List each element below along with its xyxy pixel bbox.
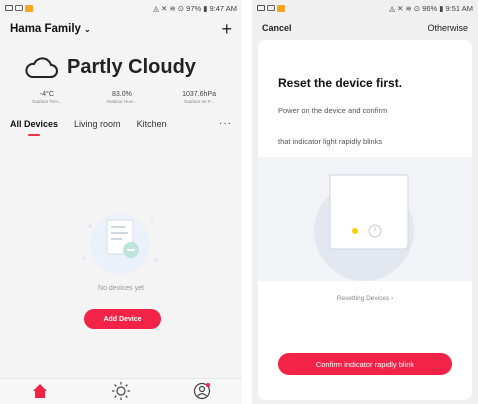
reset-instructions-card: Reset the device first. Power on the dev… (258, 40, 472, 400)
stat-value: 83.0% (111, 91, 132, 98)
nav-profile[interactable] (192, 381, 212, 401)
otherwise-button[interactable]: Otherwise (427, 23, 468, 33)
weather-condition: Partly Cloudy (67, 56, 196, 78)
stat-label: Outdoor Tem... (32, 99, 62, 104)
cast-icon (257, 5, 265, 11)
right-phone-screen: ◬ ✕ ≋ ⊙ 96% ▮ 9:51 AM Cancel Otherwise R… (252, 0, 478, 404)
active-tab-indicator (28, 133, 41, 136)
sun-icon (112, 382, 130, 400)
status-icons-left (257, 4, 285, 12)
stat-pressure: 1037.6hPa Outdoor Air P... (182, 91, 216, 104)
app-notification-icon (25, 4, 33, 12)
tab-kitchen[interactable]: Kitchen (137, 119, 167, 129)
tab-living-room[interactable]: Living room (74, 119, 121, 129)
chevron-down-icon: ⌄ (83, 24, 91, 34)
add-device-button[interactable]: Add Device (84, 309, 161, 329)
device-illustration-area (258, 157, 472, 281)
home-name-label: Hama Family (10, 23, 81, 35)
weather-stats: -4°C Outdoor Tem... 83.0% Outdoor Hum...… (0, 79, 242, 104)
status-right-text: ◬ ✕ ≋ ⊙ 97% ▮ 9:47 AM (153, 3, 237, 13)
home-icon (33, 384, 47, 398)
status-icons-left (5, 4, 33, 12)
resetting-devices-link[interactable]: Resetting Devices › (258, 295, 472, 302)
device-illustration (314, 174, 414, 281)
image-icon (267, 5, 275, 11)
indicator-light (352, 228, 358, 234)
left-phone-screen: ◬ ✕ ≋ ⊙ 97% ▮ 9:47 AM Hama Family ⌄ + Pa… (0, 0, 242, 404)
card-title: Reset the device first. (278, 76, 403, 90)
cloud-icon (25, 56, 58, 78)
nav-smart[interactable] (111, 381, 131, 401)
home-header: Hama Family ⌄ + (0, 16, 242, 42)
tab-label: All Devices (10, 118, 59, 129)
cancel-button[interactable]: Cancel (262, 23, 292, 33)
room-tabs: All Devices Living room Kitchen ··· (0, 118, 242, 136)
stat-label: Outdoor Hum... (106, 99, 138, 104)
stat-value: -4°C (39, 91, 54, 98)
stat-label: Outdoor Air P... (183, 99, 215, 104)
empty-devices-illustration (82, 214, 158, 274)
stat-temperature: -4°C Outdoor Tem... (32, 91, 62, 104)
stat-humidity: 83.0% Outdoor Hum... (107, 91, 138, 104)
nav-home[interactable] (30, 381, 50, 401)
app-notification-icon (277, 4, 285, 12)
weather-summary: Partly Cloudy (0, 42, 242, 79)
tab-all-devices[interactable]: All Devices (10, 118, 59, 136)
pairing-header: Cancel Otherwise (252, 16, 478, 40)
instruction-line: that indicator light rapidly blinks (278, 137, 383, 146)
home-selector[interactable]: Hama Family ⌄ (10, 23, 91, 35)
empty-state-text: No devices yet (98, 285, 144, 292)
status-bar: ◬ ✕ ≋ ⊙ 97% ▮ 9:47 AM (0, 0, 242, 16)
stat-value: 1037.6hPa (182, 91, 216, 98)
status-bar: ◬ ✕ ≋ ⊙ 96% ▮ 9:51 AM (252, 0, 478, 16)
image-icon (15, 5, 23, 11)
profile-icon (193, 382, 211, 400)
bottom-nav (0, 378, 242, 404)
cast-icon (5, 5, 13, 11)
instruction-line: Power on the device and confirm (278, 106, 388, 115)
add-icon[interactable]: + (221, 20, 232, 38)
confirm-blink-button[interactable]: Confirm indicator rapidly blink (278, 353, 452, 375)
status-right-text: ◬ ✕ ≋ ⊙ 96% ▮ 9:51 AM (389, 3, 473, 13)
more-tabs-button[interactable]: ··· (219, 118, 232, 129)
